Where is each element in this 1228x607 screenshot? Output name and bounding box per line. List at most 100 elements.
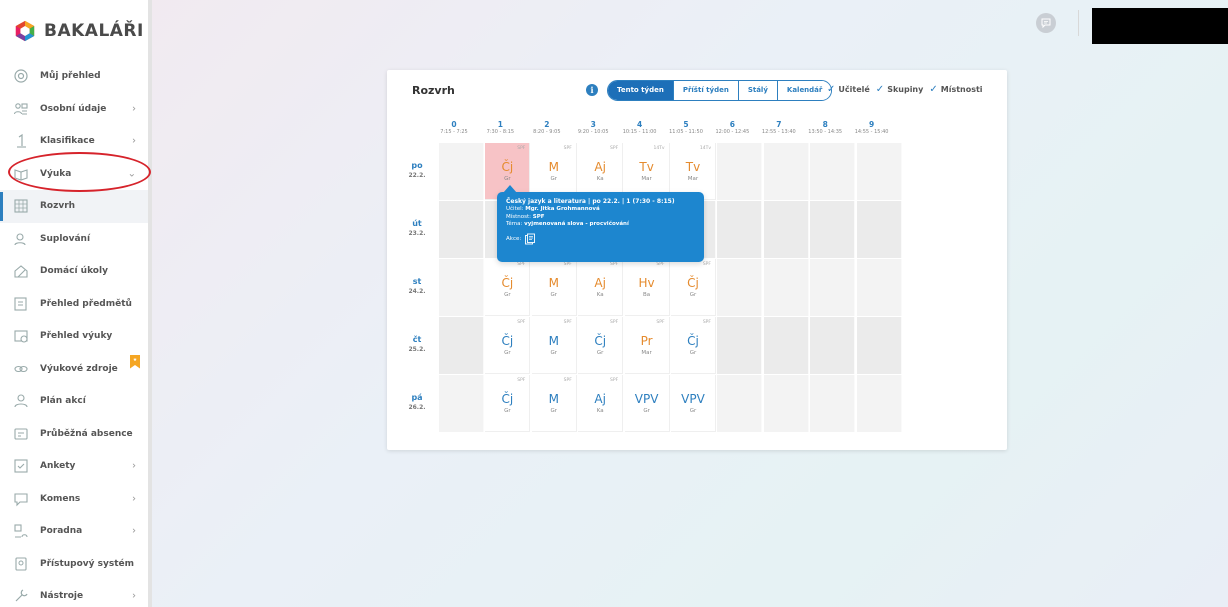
sidebar-item-counsel[interactable]: Poradna › bbox=[0, 515, 148, 548]
sidebar-item-people[interactable]: Osobní údaje › bbox=[0, 93, 148, 126]
toggle-2[interactable]: ✓ Místnosti bbox=[929, 84, 982, 95]
empty-cell[interactable] bbox=[717, 317, 763, 374]
lesson-teacher: Mar bbox=[641, 350, 652, 356]
sidebar-item-poll[interactable]: Ankety › bbox=[0, 450, 148, 483]
lesson-teacher: Ka bbox=[596, 292, 604, 298]
sidebar-item-label: Poradna bbox=[40, 526, 83, 537]
empty-cell[interactable] bbox=[439, 143, 484, 200]
empty-cell[interactable] bbox=[763, 317, 809, 374]
hour-time: 10:15 - 11:00 bbox=[622, 129, 657, 135]
empty-cell[interactable] bbox=[810, 201, 856, 258]
empty-cell[interactable] bbox=[856, 375, 902, 432]
lesson-cell[interactable]: SPF M Gr bbox=[531, 317, 577, 374]
empty-cell[interactable] bbox=[439, 317, 484, 374]
poll-icon bbox=[12, 457, 30, 475]
lesson-cell[interactable]: SPF Pr Mar bbox=[624, 317, 670, 374]
events-icon bbox=[12, 392, 30, 410]
empty-cell[interactable] bbox=[439, 375, 484, 432]
empty-cell[interactable] bbox=[856, 317, 902, 374]
chevron-right-icon: › bbox=[132, 493, 136, 505]
lesson-cell[interactable]: VPV Gr bbox=[671, 375, 716, 432]
lesson-cell[interactable]: SPF M Gr bbox=[531, 375, 577, 432]
lesson-room: SPF bbox=[656, 320, 665, 325]
lesson-cell[interactable]: SPF Čj Gr bbox=[671, 317, 716, 374]
toggle-0[interactable]: ✓ Učitelé bbox=[827, 84, 870, 95]
empty-cell[interactable] bbox=[856, 143, 902, 200]
sidebar-item-label: Přehled předmětů bbox=[40, 298, 132, 309]
view-switcher: Tento týden Příští týden Stálý Kalendář bbox=[607, 80, 833, 101]
sidebar-item-timetable[interactable]: Rozvrh bbox=[0, 190, 148, 223]
lesson-cell[interactable]: SPF Aj Ka bbox=[578, 259, 624, 316]
lesson-room: SPF bbox=[563, 146, 572, 151]
lesson-cell[interactable]: VPV Gr bbox=[624, 375, 670, 432]
hour-number: 0 bbox=[451, 120, 457, 129]
sidebar-item-book[interactable]: Výuka ⌄ bbox=[0, 158, 148, 191]
view-button-1[interactable]: Příští týden bbox=[672, 81, 738, 100]
empty-cell[interactable] bbox=[810, 375, 856, 432]
logo[interactable]: BAKALÁŘI bbox=[14, 16, 144, 46]
sidebar-item-grade[interactable]: Klasifikace › bbox=[0, 125, 148, 158]
tooltip-action-label: Akce: bbox=[506, 235, 522, 242]
sidebar-item-homework[interactable]: Domácí úkoly bbox=[0, 255, 148, 288]
empty-cell[interactable] bbox=[439, 201, 484, 258]
sidebar-item-message[interactable]: Komens › bbox=[0, 483, 148, 516]
lesson-room: SPF bbox=[563, 378, 572, 383]
lesson-teacher: Gr bbox=[689, 292, 697, 298]
chat-button[interactable] bbox=[1036, 13, 1056, 33]
empty-cell[interactable] bbox=[763, 201, 809, 258]
sidebar-item-events[interactable]: Plán akcí bbox=[0, 385, 148, 418]
sidebar-item-gauge[interactable]: Můj přehled bbox=[0, 60, 148, 93]
sidebar-item-tools[interactable]: Nástroje › bbox=[0, 580, 148, 607]
sidebar-item-subjects[interactable]: Přehled předmětů bbox=[0, 288, 148, 321]
lesson-cell[interactable]: SPF Hv Ba bbox=[624, 259, 670, 316]
view-button-3[interactable]: Kalendář bbox=[776, 81, 832, 100]
sidebar-item-label: Domácí úkoly bbox=[40, 266, 108, 277]
day-name: čt bbox=[412, 335, 422, 344]
lesson-cell[interactable]: SPF M Gr bbox=[531, 259, 577, 316]
sidebar-item-absence[interactable]: Průběžná absence bbox=[0, 418, 148, 451]
toggle-label: Místnosti bbox=[940, 85, 983, 94]
empty-cell[interactable] bbox=[717, 375, 763, 432]
lesson-cell[interactable]: SPF Čj Gr bbox=[485, 259, 531, 316]
lesson-cell[interactable]: SPF Čj Gr bbox=[578, 317, 624, 374]
empty-cell[interactable] bbox=[717, 201, 763, 258]
day-label: po 22.2. bbox=[395, 143, 439, 200]
sidebar-item-substitution[interactable]: Suplování bbox=[0, 223, 148, 256]
lesson-subject: M bbox=[548, 160, 559, 174]
lesson-cell[interactable]: SPF Aj Ka bbox=[578, 375, 624, 432]
lesson-room: SPF bbox=[517, 146, 526, 151]
toggle-1[interactable]: ✓ Skupiny bbox=[876, 84, 924, 95]
view-button-2[interactable]: Stálý bbox=[737, 81, 777, 100]
hour-number: 9 bbox=[868, 120, 875, 129]
empty-cell[interactable] bbox=[856, 259, 902, 316]
day-row: pá 26.2. SPF Čj Gr SPF M Gr SPF Aj Ka VPV Gr VPV Gr bbox=[395, 375, 902, 432]
empty-cell[interactable] bbox=[810, 259, 856, 316]
user-menu-redacted[interactable] bbox=[1092, 8, 1228, 44]
lesson-cell[interactable]: SPF Čj Gr bbox=[485, 317, 531, 374]
empty-cell[interactable] bbox=[810, 143, 856, 200]
day-label: út 23.2. bbox=[395, 201, 439, 258]
substitution-icon bbox=[12, 230, 30, 248]
lesson-room: SPF bbox=[610, 146, 619, 151]
empty-cell[interactable] bbox=[439, 259, 484, 316]
empty-cell[interactable] bbox=[856, 201, 902, 258]
sidebar-item-link[interactable]: Výukové zdroje bbox=[0, 353, 148, 386]
lesson-teacher: Gr bbox=[596, 350, 604, 356]
empty-cell[interactable] bbox=[763, 375, 809, 432]
empty-cell[interactable] bbox=[717, 259, 763, 316]
sidebar-item-lessons[interactable]: Přehled výuky bbox=[0, 320, 148, 353]
lesson-teacher: Ka bbox=[596, 176, 604, 182]
empty-cell[interactable] bbox=[763, 143, 809, 200]
info-icon[interactable]: i bbox=[586, 84, 598, 96]
lesson-detail-icon[interactable] bbox=[524, 233, 536, 245]
empty-cell[interactable] bbox=[763, 259, 809, 316]
lesson-teacher: Gr bbox=[550, 292, 558, 298]
lesson-cell[interactable]: SPF Čj Gr bbox=[671, 259, 716, 316]
tooltip-action: Akce: bbox=[506, 233, 695, 245]
sidebar-item-access[interactable]: Přístupový systém bbox=[0, 548, 148, 581]
empty-cell[interactable] bbox=[810, 317, 856, 374]
tools-icon bbox=[12, 587, 30, 605]
empty-cell[interactable] bbox=[717, 143, 763, 200]
view-button-0[interactable]: Tento týden bbox=[608, 81, 673, 100]
lesson-cell[interactable]: SPF Čj Gr bbox=[485, 375, 531, 432]
